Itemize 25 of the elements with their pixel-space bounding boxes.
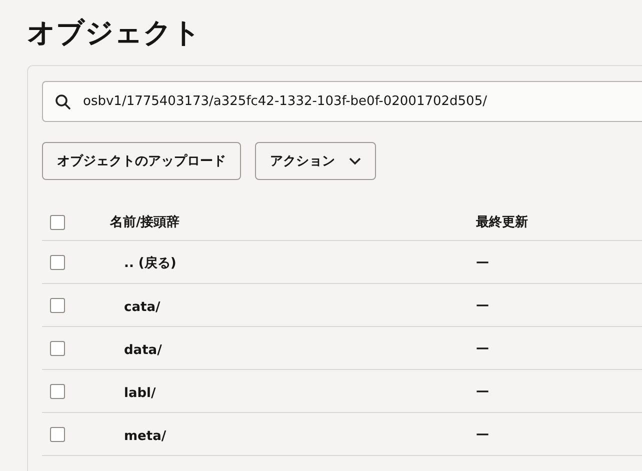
- table-cell: —: [476, 340, 489, 356]
- row-checkbox[interactable]: [50, 340, 65, 356]
- select-all-checkbox[interactable]: [50, 214, 65, 230]
- row-checkbox[interactable]: [50, 426, 65, 442]
- page-title: オブジェクト: [27, 15, 202, 51]
- search-field[interactable]: osbv1/1775403173/a325fc42-1332-103f-be0f-02001702d505/: [42, 81, 642, 122]
- table-cell: —: [476, 254, 489, 270]
- table-cell: —: [476, 298, 489, 312]
- search-query: osbv1/1775403173/a325fc42-1332-103f-be0f-02001702d505/: [83, 94, 488, 109]
- column-header[interactable]: 最終更新: [476, 213, 528, 231]
- table-cell: —: [476, 384, 489, 398]
- folder-link[interactable]: meta/: [124, 428, 166, 444]
- folder-link[interactable]: labl/: [124, 386, 156, 400]
- upload-button[interactable]: オブジェクトのアップロード: [42, 142, 241, 180]
- folder-link[interactable]: .. (戻る): [124, 256, 176, 271]
- actions-menu-button[interactable]: アクション: [255, 142, 376, 180]
- folder-link[interactable]: data/: [124, 342, 162, 358]
- row-checkbox[interactable]: [50, 384, 65, 398]
- caret-icon: [349, 157, 361, 165]
- folder-link[interactable]: cata/: [124, 300, 160, 314]
- row-checkbox[interactable]: [50, 298, 65, 312]
- row-checkbox[interactable]: [50, 254, 65, 270]
- search-icon: [55, 94, 71, 110]
- table-cell: —: [476, 426, 489, 442]
- column-header[interactable]: 名前/接頭辞: [110, 213, 476, 231]
